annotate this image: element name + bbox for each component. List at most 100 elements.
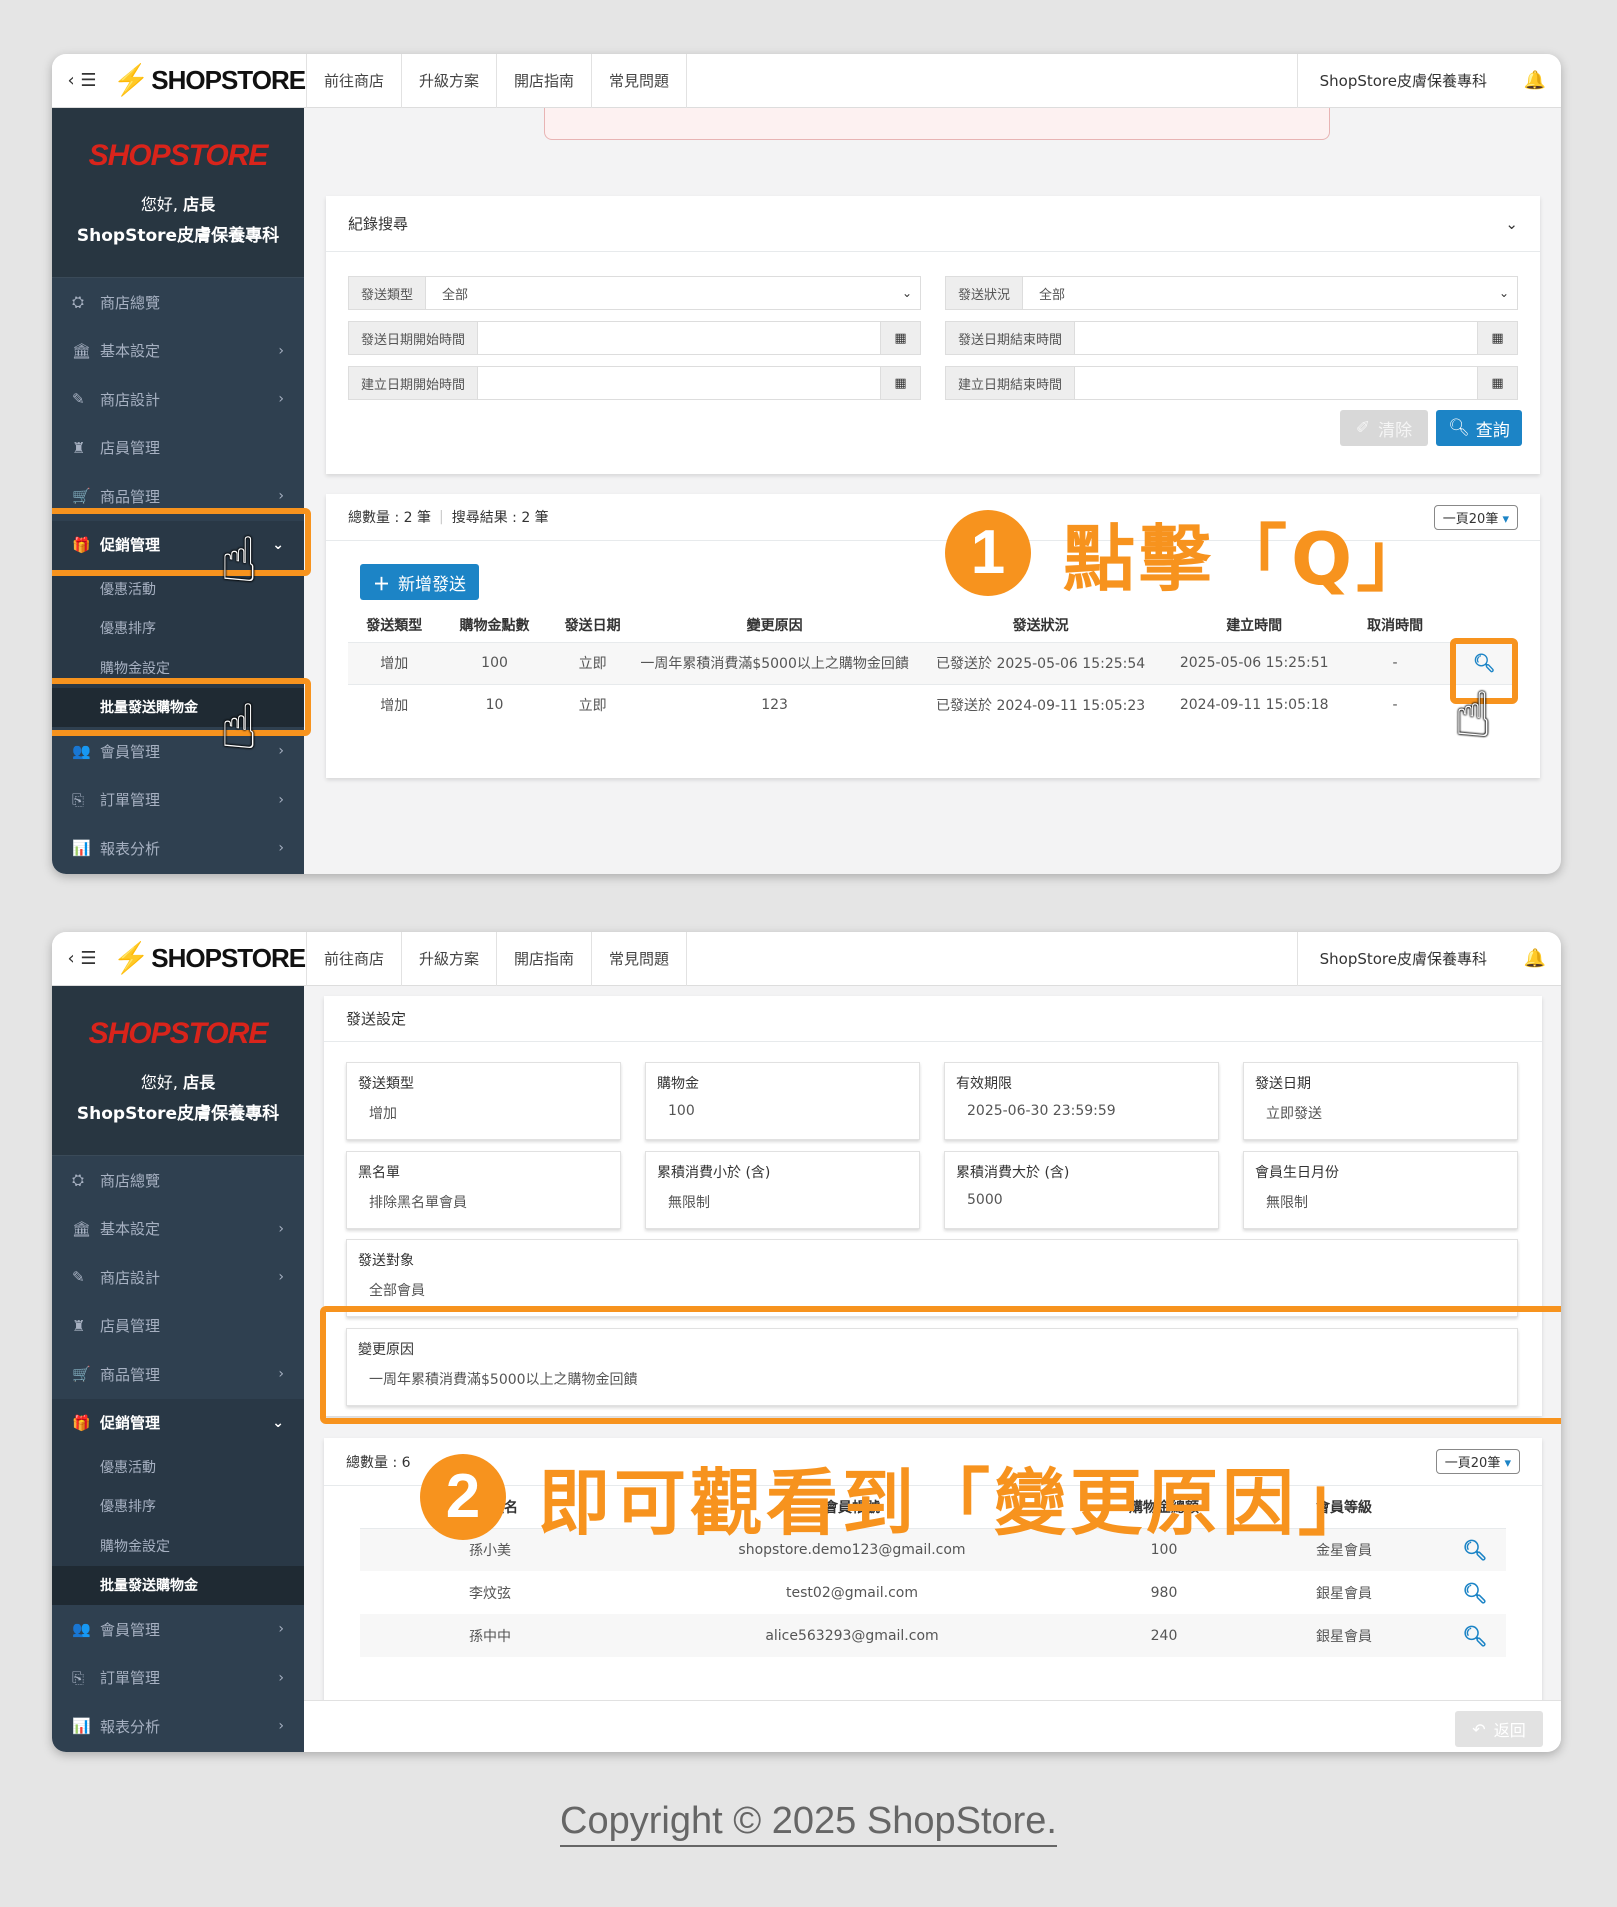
- bar-chart-icon: 📊: [72, 839, 91, 858]
- top-bar: ‹ ☰ ⚡ SHOPSTORE 前往商店 升級方案 開店指南 常見問題 ShopS…: [52, 54, 1561, 108]
- sidebar-item-design[interactable]: ✎ 商店設計 ›: [52, 1253, 304, 1302]
- per-page-select[interactable]: 一頁20筆 ▾: [1433, 504, 1518, 530]
- nav-faq[interactable]: 常見問題: [592, 932, 688, 986]
- create-date-start-field[interactable]: 建立日期開始時間 ▦: [348, 366, 921, 400]
- logo-text: SHOPSTORE: [151, 65, 306, 95]
- search-icon[interactable]: 🔍︎: [1444, 1528, 1506, 1571]
- calendar-icon[interactable]: ▦: [880, 322, 920, 354]
- field-blacklist: 黑名單 排除黑名單會員: [346, 1151, 621, 1229]
- promotions-submenu: 優惠活動 優惠排序 購物金設定 批量發送購物金: [52, 1447, 304, 1605]
- sub-item-discounts[interactable]: 優惠活動: [52, 1447, 304, 1487]
- field-credit: 購物金 100: [645, 1062, 920, 1140]
- table-row[interactable]: 李炆弦 test02@gmail.com 980 銀星會員 🔍︎: [360, 1571, 1506, 1614]
- send-status-select[interactable]: 發送狀況 全部 ⌄: [945, 276, 1518, 310]
- clear-button[interactable]: ✐ 清除: [1340, 410, 1428, 446]
- sidebar-toggle-icon[interactable]: ‹ ☰: [52, 54, 112, 108]
- screenshot-panel-2: ‹ ☰ ⚡ SHOPSTORE 前往商店 升級方案 開店指南 常見問題 ShopS…: [52, 932, 1561, 1752]
- highlight-change-reason: [320, 1306, 1561, 1424]
- nav-go-store[interactable]: 前往商店: [307, 932, 403, 986]
- chevron-right-icon: ›: [278, 391, 284, 408]
- chevron-right-icon: ›: [278, 1718, 284, 1735]
- plus-icon: ＋: [373, 574, 390, 595]
- hand-pointer-icon: ☝: [1454, 678, 1492, 751]
- results-table: 發送類型 購物金點數 發送日期 變更原因 發送狀況 建立時間 取消時間 增加 1…: [348, 608, 1518, 726]
- sub-item-sort[interactable]: 優惠排序: [52, 609, 304, 649]
- sidebar-item-members[interactable]: 👥 會員管理 ›: [52, 1605, 304, 1654]
- calendar-icon[interactable]: ▦: [1477, 322, 1517, 354]
- nav-guide[interactable]: 開店指南: [497, 932, 593, 986]
- field-birth-month: 會員生日月份 無限制: [1243, 1151, 1518, 1229]
- greeting: 您好,: [140, 1073, 178, 1092]
- sidebar-item-staff[interactable]: ♜ 店員管理: [52, 424, 304, 473]
- brand-logo[interactable]: ⚡ SHOPSTORE: [112, 54, 307, 108]
- sidebar-item-products[interactable]: 🛒 商品管理 ›: [52, 1350, 304, 1399]
- send-type-select[interactable]: 發送類型 全部 ⌄: [348, 276, 921, 310]
- copy-icon: ⎘: [72, 1668, 85, 1687]
- search-result-count: 搜尋結果 : 2 筆: [451, 510, 549, 526]
- calendar-icon[interactable]: ▦: [1477, 367, 1517, 399]
- add-send-button[interactable]: ＋新增發送: [360, 564, 479, 600]
- field-spend-max: 累積消費小於 (含) 無限制: [645, 1151, 920, 1229]
- create-date-end-field[interactable]: 建立日期結束時間 ▦: [945, 366, 1518, 400]
- nav-upgrade[interactable]: 升級方案: [402, 932, 498, 986]
- settings-title: 發送設定: [346, 1010, 407, 1028]
- highlight-bulk-credit: [52, 678, 311, 736]
- sidebar-item-overview[interactable]: ⛭ 商店總覽: [52, 1156, 304, 1205]
- table-row[interactable]: 孫中中 alice563293@gmail.com 240 銀星會員 🔍︎: [360, 1614, 1506, 1657]
- sidebar-item-promotions[interactable]: 🎁 促銷管理 ⌄: [52, 1398, 304, 1447]
- eraser-icon: ✐: [1355, 418, 1371, 438]
- logo-mark-icon: ⚡: [112, 64, 150, 97]
- bell-icon[interactable]: 🔔: [1509, 948, 1561, 969]
- hand-pointer-icon: ☝: [220, 523, 258, 596]
- role: 店長: [183, 195, 216, 214]
- sidebar-item-basic[interactable]: 🏛 基本設定 ›: [52, 327, 304, 376]
- gift-icon: 🎁: [72, 1413, 91, 1432]
- search-card-title: 紀錄搜尋: [348, 215, 409, 233]
- sidebar-item-overview[interactable]: ⛭ 商店總覽: [52, 278, 304, 327]
- step-1-number: 1: [945, 509, 1031, 596]
- sidebar-store-name: ShopStore皮膚保養專科: [76, 1104, 280, 1124]
- magic-wand-icon: ✎: [72, 390, 85, 409]
- search-icon[interactable]: 🔍︎: [1444, 1614, 1506, 1657]
- nav-upgrade[interactable]: 升級方案: [402, 54, 498, 108]
- collapse-icon[interactable]: ⌄: [1505, 215, 1518, 233]
- per-page-select[interactable]: 一頁20筆 ▾: [1435, 1449, 1520, 1474]
- sidebar-item-reports[interactable]: 📊 報表分析 ›: [52, 1702, 304, 1751]
- sidebar-toggle-icon[interactable]: ‹ ☰: [52, 932, 112, 986]
- calendar-icon[interactable]: ▦: [880, 367, 920, 399]
- users-icon: 👥: [72, 742, 91, 761]
- table-row[interactable]: 增加 100 立即 一周年累積消費滿$5000以上之購物金回饋 已發送於 202…: [348, 642, 1518, 684]
- query-button[interactable]: 🔍︎ 查詢: [1436, 410, 1522, 446]
- sub-item-sort[interactable]: 優惠排序: [52, 1487, 304, 1527]
- sidebar-item-basic[interactable]: 🏛 基本設定 ›: [52, 1205, 304, 1254]
- sidebar-item-staff[interactable]: ♜ 店員管理: [52, 1302, 304, 1351]
- main-content: 紀錄搜尋 ⌄ 發送類型 全部 ⌄ 發送狀況 全部 ⌄ 發送日期開始時間 ▦ 發送日期結…: [304, 108, 1561, 874]
- sidebar-item-orders[interactable]: ⎘ 訂單管理 ›: [52, 776, 304, 825]
- store-name[interactable]: ShopStore皮膚保養專科: [1296, 932, 1509, 986]
- nav-faq[interactable]: 常見問題: [592, 54, 688, 108]
- reply-icon: ↶: [1472, 1719, 1486, 1739]
- search-icon: 🔍︎: [1448, 418, 1470, 438]
- sub-item-bulk-credit[interactable]: 批量發送購物金: [52, 1565, 304, 1605]
- chevron-right-icon: ›: [278, 1269, 284, 1286]
- sidebar-logo: SHOPSTORE: [88, 1017, 269, 1050]
- bell-icon[interactable]: 🔔: [1509, 70, 1561, 91]
- nav-go-store[interactable]: 前往商店: [307, 54, 403, 108]
- search-card: 紀錄搜尋 ⌄ 發送類型 全部 ⌄ 發送狀況 全部 ⌄ 發送日期開始時間 ▦ 發送日期結…: [326, 196, 1540, 474]
- sub-item-credit-settings[interactable]: 購物金設定: [52, 1526, 304, 1566]
- back-button[interactable]: ↶ 返回: [1455, 1711, 1543, 1747]
- logo-mark-icon: ⚡: [112, 942, 150, 975]
- search-icon[interactable]: 🔍︎: [1444, 1571, 1506, 1614]
- cart-icon: 🛒: [72, 1365, 91, 1384]
- brand-logo[interactable]: ⚡ SHOPSTORE: [112, 932, 307, 986]
- nav-guide[interactable]: 開店指南: [497, 54, 593, 108]
- sidebar-item-reports[interactable]: 📊 報表分析 ›: [52, 824, 304, 873]
- sidebar-item-design[interactable]: ✎ 商店設計 ›: [52, 375, 304, 424]
- table-row[interactable]: 增加 10 立即 123 已發送於 2024-09-11 15:05:23 20…: [348, 684, 1518, 726]
- send-date-end-field[interactable]: 發送日期結束時間 ▦: [945, 321, 1518, 355]
- store-name[interactable]: ShopStore皮膚保養專科: [1296, 54, 1509, 108]
- caret-down-icon: ▾: [1502, 511, 1509, 527]
- send-date-start-field[interactable]: 發送日期開始時間 ▦: [348, 321, 921, 355]
- chevron-right-icon: ›: [278, 1669, 284, 1686]
- sidebar-item-orders[interactable]: ⎘ 訂單管理 ›: [52, 1654, 304, 1703]
